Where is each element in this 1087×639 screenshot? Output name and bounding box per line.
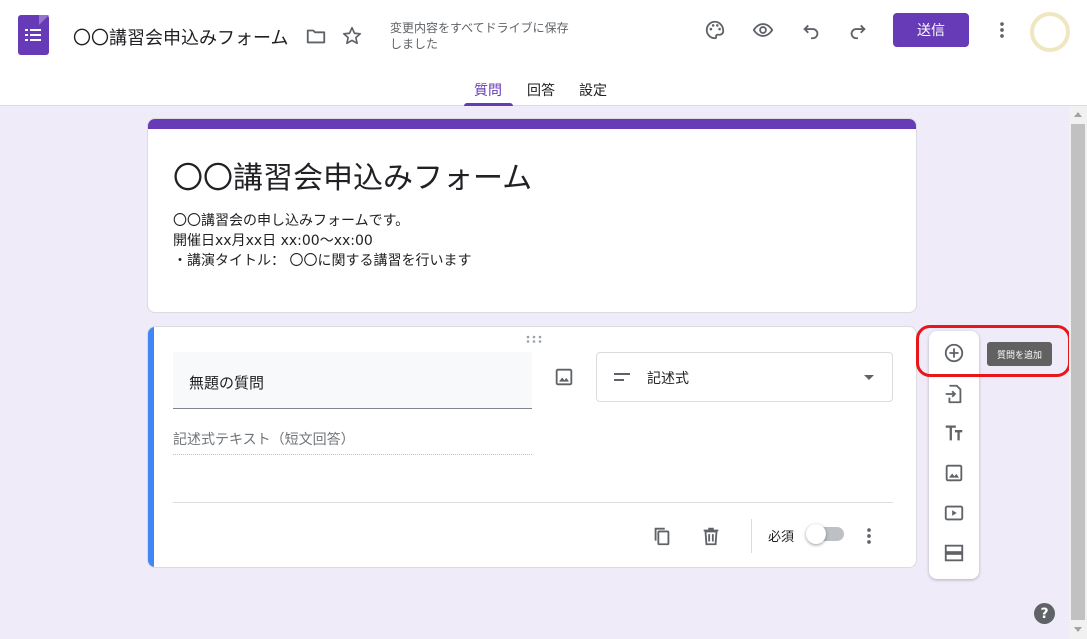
question-type-dropdown[interactable]: 記述式 (596, 352, 893, 402)
dropdown-arrow-icon (864, 375, 874, 380)
short-answer-icon (614, 373, 630, 381)
form-title[interactable]: 〇〇講習会申込みフォーム (173, 153, 532, 197)
toggle-knob (806, 524, 826, 544)
active-card-indicator (148, 327, 154, 567)
tab-settings[interactable]: 設定 (579, 80, 607, 100)
import-questions-icon[interactable] (942, 382, 966, 406)
form-description[interactable]: 〇〇講習会の申し込みフォームです。 開催日xx月xx日 xx:00〜xx:00 … (173, 211, 471, 271)
drag-handle-icon[interactable] (526, 335, 542, 343)
add-section-icon[interactable] (942, 541, 966, 565)
forms-logo-icon[interactable] (18, 15, 49, 55)
doc-title[interactable]: 〇〇講習会申込みフォーム (73, 24, 288, 50)
answer-placeholder: 記述式テキスト（短文回答） (173, 429, 532, 455)
description-line: 開催日xx月xx日 xx:00〜xx:00 (173, 233, 373, 249)
active-tab-indicator (464, 103, 513, 106)
delete-icon[interactable] (695, 520, 727, 552)
annotation-highlight (916, 325, 1071, 377)
add-image-to-question-icon[interactable] (548, 361, 580, 393)
scroll-down-arrow-icon[interactable] (1074, 627, 1082, 632)
add-title-icon[interactable] (942, 421, 966, 445)
send-button[interactable]: 送信 (893, 13, 969, 47)
add-image-icon[interactable] (942, 461, 966, 485)
avatar[interactable] (1030, 12, 1070, 52)
help-icon[interactable]: ? (1034, 603, 1055, 624)
card-footer-divider (173, 502, 893, 503)
footer-separator (751, 519, 752, 553)
more-vert-icon[interactable] (986, 14, 1018, 46)
question-title-input[interactable]: 無題の質問 (173, 352, 532, 409)
question-title: 無題の質問 (189, 374, 265, 392)
header: 〇〇講習会申込みフォーム 変更内容をすべてドライブに保存しました 送信 質問 回… (0, 0, 1087, 106)
eye-icon[interactable] (747, 14, 779, 46)
duplicate-icon[interactable] (646, 520, 678, 552)
add-video-icon[interactable] (942, 501, 966, 525)
redo-icon[interactable] (842, 14, 874, 46)
required-toggle[interactable] (806, 524, 844, 544)
tab-responses[interactable]: 回答 (527, 80, 555, 100)
scroll-up-arrow-icon[interactable] (1074, 112, 1082, 117)
form-title-card[interactable]: 〇〇講習会申込みフォーム 〇〇講習会の申し込みフォームです。 開催日xx月xx日… (147, 118, 917, 313)
question-more-icon[interactable] (853, 520, 885, 552)
scroll-thumb[interactable] (1071, 124, 1085, 620)
question-type-label: 記述式 (647, 371, 689, 387)
folder-icon[interactable] (300, 20, 332, 52)
undo-icon[interactable] (795, 14, 827, 46)
star-icon[interactable] (336, 20, 368, 52)
required-label: 必須 (768, 530, 795, 545)
page-scrollbar[interactable] (1069, 106, 1087, 639)
question-card[interactable]: 無題の質問 記述式 記述式テキスト（短文回答） 必須 (147, 326, 917, 568)
save-status: 変更内容をすべてドライブに保存しました (390, 21, 569, 51)
tab-bar: 質問 回答 設定 (0, 70, 1087, 106)
title-card-accent-bar (148, 119, 916, 129)
description-line: ・講演タイトル： 〇〇に関する講習を行います (173, 253, 472, 269)
palette-icon[interactable] (699, 14, 731, 46)
description-line: 〇〇講習会の申し込みフォームです。 (173, 213, 410, 229)
tab-questions[interactable]: 質問 (474, 80, 502, 100)
